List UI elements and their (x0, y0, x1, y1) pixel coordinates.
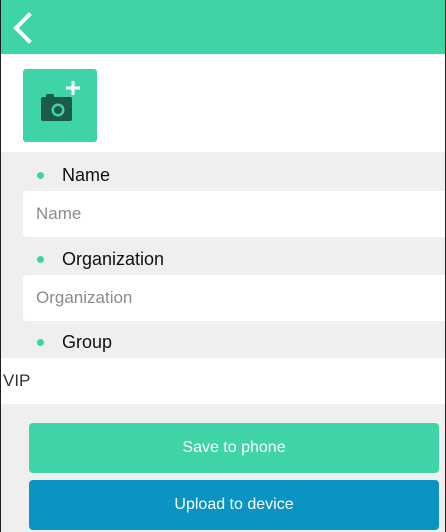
group-label-row: Group (1, 323, 445, 361)
save-to-phone-button[interactable]: Save to phone (29, 423, 439, 473)
organization-field-box (23, 275, 445, 321)
name-input[interactable] (23, 191, 445, 237)
organization-label: Organization (62, 248, 165, 269)
avatar-section (1, 54, 445, 152)
back-button[interactable] (7, 10, 43, 46)
required-dot (37, 255, 44, 263)
group-input[interactable] (1, 358, 445, 404)
name-field-box (23, 191, 445, 237)
name-label: Name (62, 164, 111, 185)
chevron-left-icon (13, 12, 32, 44)
required-dot (37, 171, 44, 179)
app-bar (1, 0, 445, 54)
camera-plus-icon (41, 81, 80, 121)
group-label: Group (62, 331, 113, 352)
edit-contact-screen: Name Organization Group Save to phone Up… (0, 0, 446, 532)
group-field-box (1, 358, 445, 404)
organization-label-row: Organization (1, 240, 445, 278)
add-photo-button[interactable] (23, 69, 97, 142)
required-dot (37, 338, 44, 346)
organization-input[interactable] (23, 275, 445, 321)
name-label-row: Name (1, 156, 445, 194)
upload-to-device-button[interactable]: Upload to device (29, 480, 439, 530)
